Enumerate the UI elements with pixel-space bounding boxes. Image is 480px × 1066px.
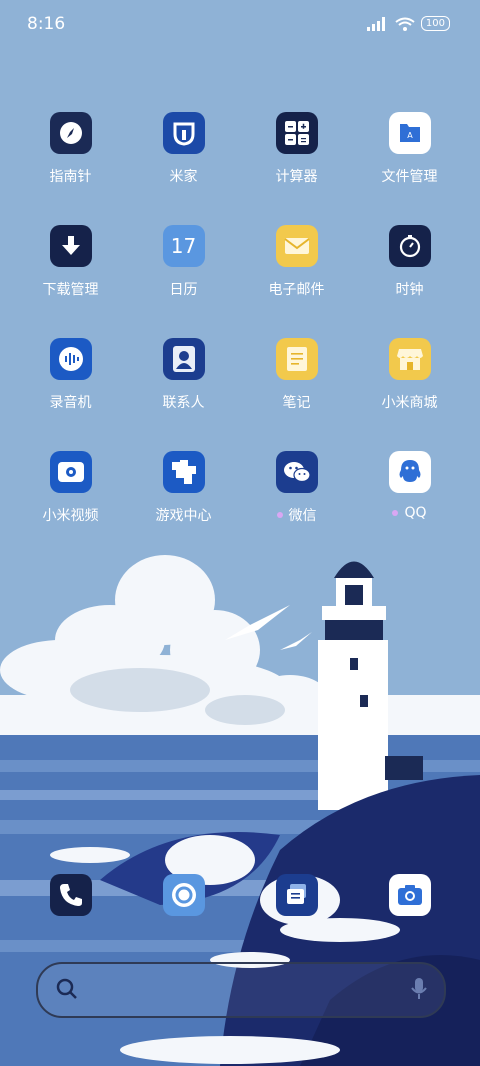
app-wechat[interactable]: 微信 bbox=[240, 451, 353, 525]
browser-icon bbox=[162, 874, 205, 916]
store-icon bbox=[388, 338, 431, 380]
app-label: 米家 bbox=[127, 166, 240, 186]
app-clock[interactable]: 时钟 bbox=[353, 225, 466, 299]
status-bar: 8:16 100 bbox=[0, 0, 480, 50]
app-store[interactable]: 小米商城 bbox=[353, 338, 466, 412]
calendar-date: 17 bbox=[170, 234, 197, 258]
download-icon bbox=[49, 225, 92, 267]
microphone-icon[interactable] bbox=[410, 977, 428, 1001]
file-manager-icon: A bbox=[388, 112, 431, 154]
game-center-icon bbox=[162, 451, 205, 493]
app-contacts[interactable]: 联系人 bbox=[127, 338, 240, 412]
dock bbox=[0, 874, 480, 918]
new-indicator-dot bbox=[276, 512, 283, 518]
compass-icon bbox=[49, 112, 92, 154]
app-label: 指南针 bbox=[14, 166, 127, 186]
recorder-icon bbox=[49, 338, 92, 380]
app-label: 录音机 bbox=[14, 392, 127, 412]
new-indicator-dot bbox=[392, 510, 399, 516]
wechat-icon bbox=[275, 451, 318, 493]
app-label: 电子邮件 bbox=[240, 279, 353, 299]
clock-icon bbox=[388, 225, 431, 267]
dock-phone[interactable] bbox=[14, 874, 127, 916]
wifi-icon bbox=[395, 17, 415, 31]
app-label-text: 下载管理 bbox=[42, 282, 99, 298]
mijia-icon bbox=[162, 112, 205, 154]
app-label-text: 游戏中心 bbox=[155, 508, 212, 524]
app-label-text: 录音机 bbox=[49, 395, 92, 411]
battery-indicator: 100 bbox=[420, 16, 450, 31]
app-label-text: 计算器 bbox=[275, 169, 318, 185]
clock-time: 8:16 bbox=[27, 14, 66, 34]
video-icon bbox=[49, 451, 92, 493]
status-icons: 100 bbox=[366, 16, 450, 31]
app-recorder[interactable]: 录音机 bbox=[14, 338, 127, 412]
app-label: 游戏中心 bbox=[127, 505, 240, 525]
camera-icon bbox=[388, 874, 431, 916]
app-mijia[interactable]: 米家 bbox=[127, 112, 240, 186]
dock-messages[interactable] bbox=[240, 874, 353, 916]
dock-browser[interactable] bbox=[127, 874, 240, 916]
app-label-text: 笔记 bbox=[282, 395, 311, 411]
app-label-text: 小米商城 bbox=[381, 395, 438, 411]
app-label: 联系人 bbox=[127, 392, 240, 412]
app-label-text: QQ bbox=[404, 505, 427, 521]
app-calculator[interactable]: 计算器 bbox=[240, 112, 353, 186]
app-label: 微信 bbox=[240, 505, 353, 525]
app-label: 文件管理 bbox=[353, 166, 466, 186]
app-label-text: 时钟 bbox=[395, 282, 424, 298]
app-label-text: 米家 bbox=[169, 169, 198, 185]
app-label-text: 微信 bbox=[288, 508, 317, 524]
app-calendar[interactable]: 17 日历 bbox=[127, 225, 240, 299]
app-label-text: 联系人 bbox=[162, 395, 205, 411]
search-bar[interactable] bbox=[36, 962, 446, 1018]
app-label-text: 日历 bbox=[169, 282, 198, 298]
qq-icon bbox=[388, 451, 431, 493]
app-label-text: 电子邮件 bbox=[268, 282, 325, 298]
calendar-icon: 17 bbox=[162, 225, 205, 267]
app-game-center[interactable]: 游戏中心 bbox=[127, 451, 240, 525]
app-mail[interactable]: 电子邮件 bbox=[240, 225, 353, 299]
dock-camera[interactable] bbox=[353, 874, 466, 916]
app-notes[interactable]: 笔记 bbox=[240, 338, 353, 412]
app-label-text: 小米视频 bbox=[42, 508, 99, 524]
calculator-icon bbox=[275, 112, 318, 154]
search-icon bbox=[56, 978, 77, 999]
app-label: QQ bbox=[353, 505, 466, 521]
app-file-manager[interactable]: A 文件管理 bbox=[353, 112, 466, 186]
app-label: 下载管理 bbox=[14, 279, 127, 299]
app-label: 日历 bbox=[127, 279, 240, 299]
app-label: 时钟 bbox=[353, 279, 466, 299]
app-label: 计算器 bbox=[240, 166, 353, 186]
mail-icon bbox=[275, 225, 318, 267]
app-label: 小米视频 bbox=[14, 505, 127, 525]
app-qq[interactable]: QQ bbox=[353, 451, 466, 521]
app-video[interactable]: 小米视频 bbox=[14, 451, 127, 525]
app-label: 小米商城 bbox=[353, 392, 466, 412]
app-compass[interactable]: 指南针 bbox=[14, 112, 127, 186]
app-label: 笔记 bbox=[240, 392, 353, 412]
app-download[interactable]: 下载管理 bbox=[14, 225, 127, 299]
contacts-icon bbox=[162, 338, 205, 380]
phone-icon bbox=[49, 874, 92, 916]
app-label-text: 指南针 bbox=[49, 169, 92, 185]
app-label-text: 文件管理 bbox=[381, 169, 438, 185]
signal-icon bbox=[366, 16, 385, 31]
svg-text:A: A bbox=[407, 131, 413, 140]
messages-icon bbox=[275, 874, 318, 916]
notes-icon bbox=[275, 338, 318, 380]
